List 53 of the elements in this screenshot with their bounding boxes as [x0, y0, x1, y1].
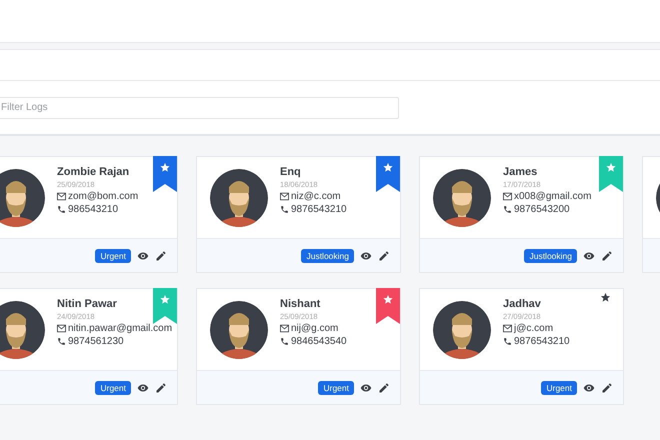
view-icon[interactable]: [360, 382, 372, 394]
edit-icon[interactable]: [155, 250, 167, 262]
edit-icon[interactable]: [601, 382, 613, 394]
contact-name: Nishant: [280, 298, 322, 310]
bookmark-ribbon-icon[interactable]: [376, 288, 400, 324]
contact-email: zom@bom.com: [68, 191, 138, 202]
status-tag[interactable]: Urgent: [318, 380, 354, 394]
envelope-icon: [503, 324, 512, 333]
envelope-icon: [57, 192, 66, 201]
phone-icon: [503, 337, 512, 346]
contact-email: nij@g.com: [291, 323, 338, 334]
contact-name: Nitin Pawar: [57, 298, 118, 310]
contact-email: niz@c.com: [291, 191, 341, 202]
view-icon[interactable]: [360, 250, 372, 262]
contact-name: Enq: [280, 166, 302, 178]
edit-icon[interactable]: [378, 250, 390, 262]
edit-icon[interactable]: [155, 382, 167, 394]
contact-phone: 986543210: [68, 204, 118, 215]
envelope-icon: [280, 324, 289, 333]
view-icon[interactable]: [137, 382, 149, 394]
contact-phone: 9876543210: [514, 336, 570, 347]
view-icon[interactable]: [583, 382, 595, 394]
status-tag[interactable]: Urgent: [95, 380, 131, 394]
phone-icon: [280, 337, 289, 346]
phone-icon: [280, 205, 289, 214]
contact-phone: 9876543210: [291, 204, 347, 215]
phone-icon: [57, 337, 66, 346]
envelope-icon: [280, 192, 289, 201]
phone-icon: [57, 205, 66, 214]
star-icon[interactable]: [600, 292, 611, 303]
contact-name: James: [503, 166, 538, 178]
status-tag[interactable]: Urgent: [95, 248, 131, 262]
envelope-icon: [57, 324, 66, 333]
filter-input[interactable]: Filter Logs: [0, 96, 399, 118]
status-tag[interactable]: Justlooking: [301, 248, 354, 262]
contact-name: Jadhav: [503, 298, 542, 310]
phone-icon: [503, 205, 512, 214]
status-tag[interactable]: Urgent: [541, 380, 577, 394]
contact-email: j@c.com: [514, 323, 554, 334]
edit-icon[interactable]: [378, 382, 390, 394]
edit-icon[interactable]: [601, 250, 613, 262]
contact-phone: 9874561230: [68, 336, 124, 347]
bookmark-ribbon-icon[interactable]: [153, 156, 177, 192]
contact-email: nitin.pawar@gmail.com: [68, 323, 172, 334]
view-icon[interactable]: [583, 250, 595, 262]
contact-phone: 9846543540: [291, 336, 347, 347]
contact-email: x008@gmail.com: [514, 191, 592, 202]
status-tag[interactable]: Justlooking: [524, 248, 577, 262]
view-icon[interactable]: [137, 250, 149, 262]
bookmark-ribbon-icon[interactable]: [376, 156, 400, 192]
contact-name: Zombie Rajan: [57, 166, 130, 178]
envelope-icon: [503, 192, 512, 201]
contact-phone: 9876543200: [514, 204, 570, 215]
